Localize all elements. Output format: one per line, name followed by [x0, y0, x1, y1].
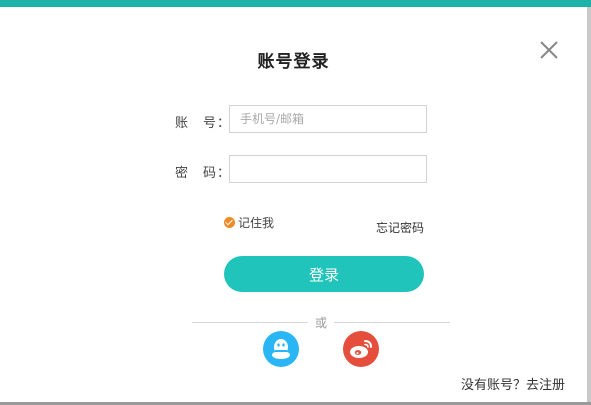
- check-circle-icon: [224, 217, 235, 228]
- login-dialog: 账号登录 账 号： 密 码： 记住我 忘记密码 登录 或 没有账号？去注: [0, 7, 587, 402]
- background-page-edge: [587, 7, 591, 405]
- login-button[interactable]: 登录: [224, 256, 424, 292]
- top-bar: [0, 0, 591, 7]
- weibo-icon: [343, 331, 379, 367]
- remember-me-checkbox[interactable]: 记住我: [224, 214, 274, 231]
- forgot-password-link[interactable]: 忘记密码: [376, 219, 424, 236]
- register-link[interactable]: 没有账号？去注册: [461, 374, 565, 393]
- weibo-login-button[interactable]: [343, 331, 379, 367]
- divider-text: 或: [308, 314, 334, 331]
- qq-icon: [263, 331, 299, 367]
- divider-left: [192, 322, 308, 323]
- password-label: 密 码：: [175, 166, 232, 181]
- account-input[interactable]: [229, 105, 427, 133]
- dialog-title: 账号登录: [257, 52, 330, 72]
- account-label: 账 号：: [175, 116, 232, 131]
- divider-right: [334, 322, 450, 323]
- password-input[interactable]: [229, 155, 427, 183]
- qq-login-button[interactable]: [263, 331, 299, 367]
- remember-me-label: 记住我: [238, 216, 275, 230]
